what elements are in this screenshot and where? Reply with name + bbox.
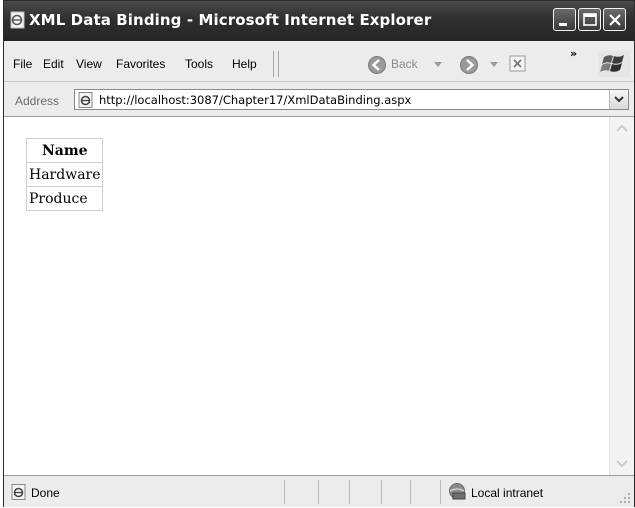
status-divider bbox=[349, 480, 350, 504]
table-row: Produce bbox=[26, 186, 103, 211]
data-grid: Name Hardware Produce bbox=[26, 138, 103, 211]
menu-separator bbox=[278, 51, 279, 77]
table-header-row: Name bbox=[26, 138, 103, 163]
resize-grip-icon[interactable] bbox=[619, 492, 631, 504]
status-divider bbox=[410, 480, 411, 504]
menu-bar: File Edit View Favorites Tools Help Back bbox=[4, 41, 634, 82]
forward-arrow-icon[interactable] bbox=[459, 55, 479, 75]
status-divider bbox=[381, 480, 382, 504]
status-divider bbox=[318, 480, 319, 504]
ie-page-icon bbox=[78, 92, 93, 108]
back-arrow-icon[interactable] bbox=[367, 55, 387, 75]
status-bar: Done Local intranet bbox=[4, 475, 634, 507]
minimize-button[interactable] bbox=[553, 8, 576, 31]
menu-separator bbox=[273, 51, 274, 77]
menu-file[interactable]: File bbox=[13, 57, 32, 71]
title-bar[interactable]: XML Data Binding - Microsoft Internet Ex… bbox=[4, 1, 634, 41]
close-icon bbox=[609, 14, 621, 26]
intranet-zone-icon bbox=[449, 483, 466, 500]
address-label: Address bbox=[15, 94, 60, 108]
scroll-up-icon[interactable] bbox=[614, 121, 630, 137]
address-bar: Address http://localhost:3087/Chapter17/… bbox=[4, 82, 634, 117]
stop-icon[interactable] bbox=[509, 55, 527, 73]
menu-favorites[interactable]: Favorites bbox=[116, 57, 165, 71]
forward-dropdown-icon[interactable] bbox=[490, 62, 498, 68]
menu-tools[interactable]: Tools bbox=[185, 57, 213, 71]
status-text: Done bbox=[31, 486, 60, 500]
menu-view[interactable]: View bbox=[76, 57, 102, 71]
maximize-button[interactable] bbox=[578, 8, 601, 31]
back-dropdown-icon[interactable] bbox=[434, 62, 442, 68]
table-cell: Produce bbox=[26, 186, 103, 211]
address-dropdown-button[interactable] bbox=[609, 90, 628, 109]
status-divider bbox=[440, 480, 441, 504]
vertical-scrollbar[interactable] bbox=[609, 117, 634, 475]
address-field[interactable]: http://localhost:3087/Chapter17/XmlDataB… bbox=[74, 89, 629, 110]
maximize-icon bbox=[583, 13, 597, 26]
table-cell: Hardware bbox=[26, 162, 103, 187]
browser-window: XML Data Binding - Microsoft Internet Ex… bbox=[3, 0, 635, 507]
page-content: Name Hardware Produce bbox=[4, 117, 609, 475]
address-url[interactable]: http://localhost:3087/Chapter17/XmlDataB… bbox=[99, 93, 411, 107]
column-header-name: Name bbox=[26, 138, 103, 163]
minimize-icon bbox=[559, 23, 567, 26]
security-zone-label: Local intranet bbox=[471, 486, 544, 500]
chevron-down-icon bbox=[614, 96, 624, 103]
scroll-down-icon[interactable] bbox=[614, 455, 630, 471]
document-icon bbox=[10, 11, 25, 29]
toolbar-overflow-chevron[interactable]: » bbox=[570, 47, 577, 60]
back-button-label[interactable]: Back bbox=[391, 57, 418, 71]
menu-edit[interactable]: Edit bbox=[43, 57, 64, 71]
windows-logo-icon bbox=[598, 51, 630, 77]
status-divider bbox=[284, 480, 285, 504]
close-button[interactable] bbox=[603, 8, 626, 31]
page-done-icon bbox=[11, 484, 26, 500]
window-title: XML Data Binding - Microsoft Internet Ex… bbox=[29, 11, 432, 29]
menu-help[interactable]: Help bbox=[232, 57, 257, 71]
table-row: Hardware bbox=[26, 162, 103, 187]
